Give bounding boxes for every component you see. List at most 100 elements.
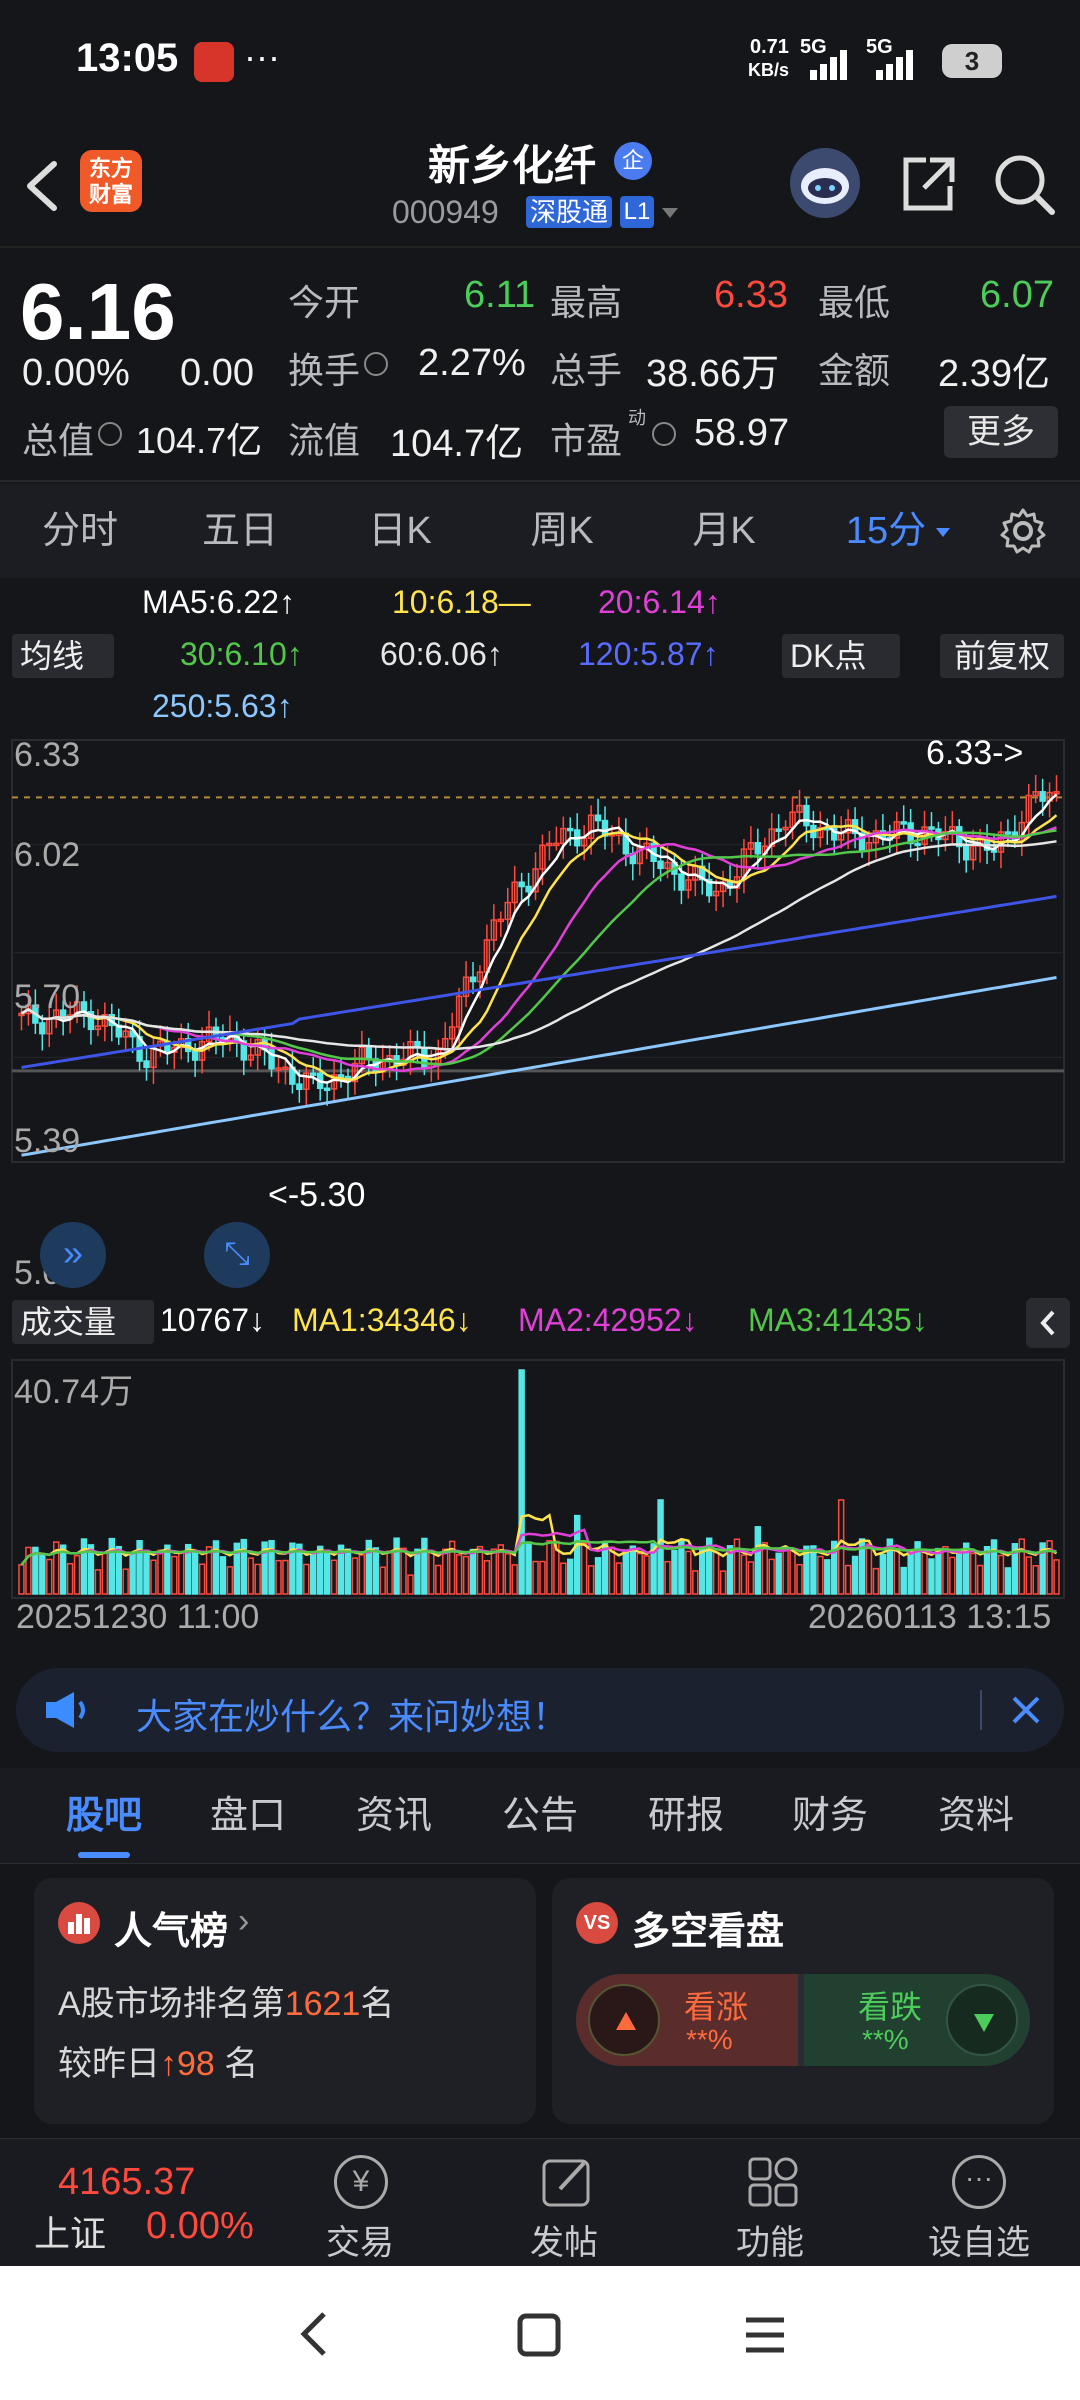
bull-percent: **% — [686, 2024, 733, 2055]
volume-bar — [282, 1559, 289, 1595]
volume-bar — [990, 1539, 998, 1595]
tab-profile[interactable]: 资料 — [916, 1768, 1036, 1864]
tab-news[interactable]: 资讯 — [334, 1768, 454, 1864]
market-tag: 深股通 — [526, 196, 613, 228]
volume-bar — [976, 1564, 984, 1595]
bull-bear-card[interactable]: VS 多空看盘 看涨 **% 看跌 **% — [552, 1878, 1054, 2124]
ai-robot-icon[interactable] — [790, 148, 860, 218]
volume-bar — [712, 1551, 720, 1595]
volume-bar — [372, 1547, 379, 1595]
open-label: 今开 — [288, 282, 361, 323]
mcap-info-icon[interactable] — [98, 422, 122, 446]
ma-type-dropdown[interactable]: 均线 — [12, 634, 114, 678]
volume-bar — [240, 1538, 247, 1595]
volume-bar — [254, 1563, 261, 1595]
add-watchlist-button[interactable]: ··· 设自选 — [904, 2139, 1054, 2267]
chart-frame — [11, 739, 1065, 1163]
clock: 13:05 — [76, 36, 179, 80]
current-price: 6.16 — [20, 267, 176, 356]
volume-indicator-dropdown[interactable]: 成交量 — [12, 1300, 154, 1344]
fullscreen-icon[interactable]: ⤡ — [204, 1222, 270, 1288]
pe-info-icon[interactable] — [652, 422, 676, 446]
volume-bar — [879, 1553, 887, 1595]
tab-15min-dropdown-icon[interactable] — [936, 528, 950, 537]
app-logo[interactable]: 东方 财富 — [80, 150, 142, 212]
volume-bar — [907, 1553, 914, 1595]
popularity-card[interactable]: 人气榜 › A股市场排名第1621名 较昨日↑98 名 — [34, 1878, 536, 2124]
volume-bar — [865, 1543, 873, 1595]
level-dropdown-icon[interactable] — [662, 208, 678, 218]
volume-bar — [928, 1558, 935, 1595]
search-icon[interactable] — [992, 152, 1056, 216]
volume-bar — [73, 1554, 81, 1595]
time-axis-end: 20260113 13:15 — [808, 1598, 1052, 1636]
function-button[interactable]: 功能 — [712, 2139, 832, 2267]
collapse-panel-icon[interactable] — [1026, 1298, 1070, 1348]
volume-bar — [379, 1566, 386, 1595]
dk-point-label: DK点 — [790, 638, 867, 674]
nav-home-icon[interactable] — [514, 2310, 564, 2360]
volume-bar — [817, 1555, 824, 1595]
post-button[interactable]: 发帖 — [506, 2139, 626, 2267]
more-button[interactable]: 更多 — [944, 406, 1058, 458]
volume-bar — [219, 1556, 227, 1595]
volume-bar — [921, 1550, 928, 1595]
nav-back-icon[interactable] — [290, 2306, 340, 2362]
volume-bar — [504, 1553, 511, 1595]
volume-bar — [872, 1567, 880, 1595]
battery-icon: 3 — [942, 44, 1002, 78]
tab-research[interactable]: 研报 — [626, 1768, 746, 1864]
volume-chart[interactable] — [0, 1356, 1080, 1602]
turnover-info-icon[interactable] — [364, 352, 388, 376]
kline-chart-area[interactable]: MA5:6.22↑ 10:6.18— 20:6.14↑ 均线 30:6.10↑ … — [0, 578, 1080, 1656]
bull-button-icon[interactable] — [588, 1984, 660, 2056]
volume-bar — [435, 1564, 442, 1595]
adjust-button[interactable]: 前复权 — [940, 634, 1064, 678]
settings-gear-icon[interactable] — [998, 506, 1048, 556]
trade-button[interactable]: ¥ 交易 — [300, 2139, 420, 2267]
volume-bar — [469, 1548, 477, 1595]
quote-panel: 6.16 0.00% 0.00 今开 6.11 最高 6.33 最低 6.07 … — [0, 250, 1080, 482]
rank-suffix: 名 — [360, 1985, 395, 2023]
rank-prefix: A股市场排名第 — [58, 1985, 285, 2023]
ma-type-label: 均线 — [20, 638, 85, 674]
bear-button-icon[interactable] — [946, 1984, 1018, 2056]
tab-announcements[interactable]: 公告 — [480, 1768, 600, 1864]
volume-bar — [150, 1559, 157, 1595]
share-icon[interactable] — [896, 152, 960, 216]
candle-body — [1039, 791, 1046, 802]
change-percent: 0.00% — [22, 352, 130, 394]
tab-five-day[interactable]: 五日 — [180, 484, 300, 578]
time-axis-start: 20251230 11:00 — [16, 1598, 260, 1636]
status-bar: 13:05 ··· 0.71 KB/s 5G 5G 3 — [0, 0, 1080, 122]
tab-15min[interactable]: 15分 — [826, 484, 946, 578]
back-icon[interactable] — [18, 156, 68, 216]
volume-bar — [323, 1549, 331, 1595]
tab-finance[interactable]: 财务 — [770, 1768, 890, 1864]
tab-monthly-k[interactable]: 月K — [664, 484, 784, 578]
ma120-line — [21, 894, 1057, 1069]
candle-body — [337, 1074, 345, 1078]
expand-left-icon[interactable]: » — [40, 1222, 106, 1288]
index-ticker[interactable]: 4165.37 上证 0.00% — [0, 2139, 290, 2267]
volume-bar — [782, 1548, 789, 1595]
dk-point-button[interactable]: DK点 — [782, 634, 900, 678]
info-tabs: 股吧 盘口 资讯 公告 研报 财务 资料 — [0, 1768, 1080, 1864]
tab-daily-k[interactable]: 日K — [340, 484, 460, 578]
price-chart[interactable] — [0, 732, 1080, 1172]
tab-weekly-k[interactable]: 周K — [502, 484, 622, 578]
company-badge: 企 — [614, 142, 652, 180]
tab-pankou[interactable]: 盘口 — [188, 1768, 308, 1864]
volume-bar — [636, 1552, 643, 1595]
bull-bear-title: 多空看盘 — [632, 1911, 785, 1953]
candle-body — [900, 821, 907, 825]
candle-body — [525, 885, 532, 893]
rank-up-icon: ↑ — [160, 2045, 177, 2083]
ai-banner[interactable]: 大家在炒什么？来问妙想！ — [16, 1668, 1064, 1752]
volume-bar — [789, 1547, 796, 1595]
tab-intraday[interactable]: 分时 — [20, 484, 140, 578]
tab-guba[interactable]: 股吧 — [44, 1768, 164, 1864]
volume-bar — [851, 1555, 859, 1595]
nav-recent-icon[interactable] — [740, 2310, 790, 2360]
close-icon[interactable] — [1006, 1690, 1046, 1730]
